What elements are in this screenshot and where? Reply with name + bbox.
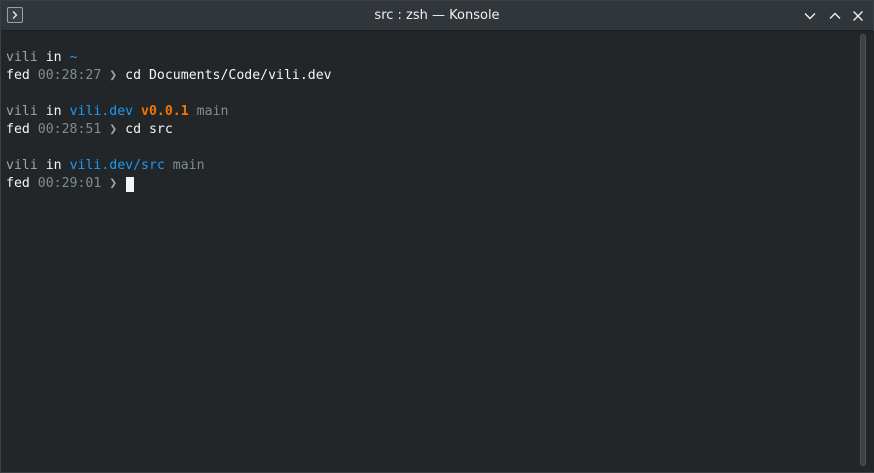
command-line[interactable]: fed 00:29:01 ❯ xyxy=(6,175,125,193)
prompt-host: fed xyxy=(6,122,30,137)
prompt-in: in xyxy=(45,104,62,119)
prompt-time: 00:28:27 xyxy=(37,68,102,83)
chevron-up-icon xyxy=(829,12,841,19)
prompt-info-line: vili in vili.dev v0.0.1 main xyxy=(6,103,228,121)
prompt-time: 00:28:51 xyxy=(37,122,102,137)
git-branch: main xyxy=(172,158,205,173)
command-line: fed 00:28:51 ❯ cd src xyxy=(6,121,173,139)
prompt-host: fed xyxy=(6,68,30,83)
minimize-button[interactable] xyxy=(801,7,819,25)
prompt-info-line: vili in vili.dev/src main xyxy=(6,157,205,175)
prompt-in: in xyxy=(45,50,62,65)
title-bar[interactable]: src : zsh — Konsole xyxy=(1,1,873,31)
terminal-output[interactable]: vili in ~ fed 00:28:27 ❯ cd Documents/Co… xyxy=(1,31,853,472)
prompt-directory: ~ xyxy=(69,50,78,65)
package-version: v0.0.1 xyxy=(141,104,189,119)
window-title: src : zsh — Konsole xyxy=(374,8,500,23)
text-cursor xyxy=(126,177,134,192)
command-line: fed 00:28:27 ❯ cd Documents/Code/vili.de… xyxy=(6,67,332,85)
close-button[interactable] xyxy=(849,7,867,25)
prompt-arrow: ❯ xyxy=(109,122,118,137)
scrollbar-handle[interactable] xyxy=(860,34,866,466)
vertical-scrollbar[interactable] xyxy=(853,31,874,472)
git-branch: main xyxy=(196,104,229,119)
prompt-arrow: ❯ xyxy=(109,68,118,83)
prompt-directory: vili.dev xyxy=(69,104,134,119)
command-text: cd src xyxy=(125,122,173,137)
maximize-button[interactable] xyxy=(826,7,844,25)
prompt-arrow: ❯ xyxy=(109,176,118,191)
prompt-directory: vili.dev/src xyxy=(69,158,165,173)
close-icon xyxy=(853,11,863,21)
prompt-host: fed xyxy=(6,176,30,191)
prompt-user: vili xyxy=(6,50,38,65)
prompt-info-line: vili in ~ xyxy=(6,49,78,67)
command-text: cd Documents/Code/vili.dev xyxy=(125,68,332,83)
prompt-in: in xyxy=(45,158,62,173)
prompt-user: vili xyxy=(6,158,38,173)
konsole-window: src : zsh — Konsole vili in ~ fed 00:28:… xyxy=(0,0,874,473)
prompt-time: 00:29:01 xyxy=(37,176,102,191)
chevron-down-icon xyxy=(804,13,816,20)
prompt-user: vili xyxy=(6,104,38,119)
